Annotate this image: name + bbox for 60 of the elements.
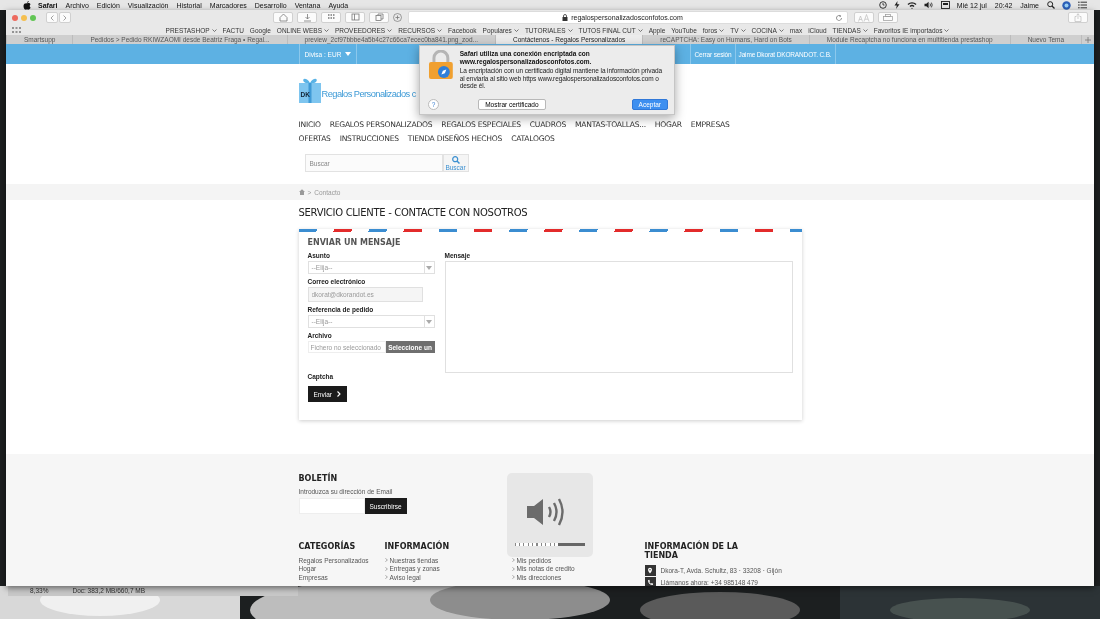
- search-icon: [451, 155, 460, 164]
- chevron-down-icon: [567, 28, 573, 32]
- footer-heading: INFORMACIÓN DE LA TIENDA: [644, 542, 740, 560]
- toolbar-button[interactable]: [273, 12, 293, 23]
- message-field[interactable]: [444, 261, 793, 373]
- chevron-down-icon: [513, 28, 519, 32]
- printer-icon: [883, 13, 893, 22]
- grid-icon: [326, 13, 336, 22]
- lightning-icon[interactable]: [893, 1, 900, 9]
- plus-icon[interactable]: [393, 13, 402, 22]
- gift-icon: [298, 77, 321, 103]
- chevron-down-icon: [944, 28, 950, 32]
- email-field[interactable]: [298, 498, 365, 514]
- sidebar-icon: [350, 13, 360, 22]
- search-icon[interactable]: [1047, 1, 1055, 9]
- caret-icon: [345, 52, 352, 56]
- grid-icon[interactable]: [12, 27, 21, 33]
- chevron-down-icon: [387, 28, 393, 32]
- chevron-down-icon: [719, 28, 725, 32]
- text-size-icon: [858, 13, 870, 22]
- lock-icon: [428, 50, 454, 80]
- form-heading: ENVIAR UN MENSAJE: [307, 238, 402, 247]
- chevron-down-icon: [740, 28, 746, 32]
- home-icon: [278, 13, 288, 22]
- chevron-down-icon: [778, 28, 784, 32]
- share-icon: [1074, 13, 1082, 22]
- caret-icon: [426, 265, 432, 270]
- chevron-down-icon: [637, 28, 643, 32]
- chevron-down-icon: [437, 28, 443, 32]
- chevron-down-icon: [862, 28, 868, 32]
- footer-heading: CATEGORÍAS: [298, 542, 357, 551]
- plus-icon: [1085, 36, 1092, 43]
- footer-heading: BOLETÍN: [298, 474, 339, 483]
- reload-icon[interactable]: [835, 13, 843, 22]
- page-title: SERVICIO CLIENTE - CONTACTE CON NOSOTROS: [298, 207, 529, 218]
- toolbar-button[interactable]: [369, 12, 389, 23]
- toolbar-button[interactable]: [321, 12, 341, 23]
- display-icon[interactable]: [940, 1, 950, 9]
- tabs-icon: [374, 13, 384, 22]
- forward-button[interactable]: [59, 12, 71, 23]
- apple-icon[interactable]: [23, 0, 31, 10]
- chevron-down-icon: [211, 28, 217, 32]
- caret-icon: [426, 319, 432, 324]
- circle-icon[interactable]: [1062, 0, 1071, 10]
- download-icon: [302, 13, 312, 22]
- footer-heading: INFORMACIÓN: [384, 542, 451, 551]
- toolbar-button[interactable]: [297, 12, 317, 23]
- chevron-right-icon: [63, 14, 67, 21]
- wifi-icon[interactable]: [906, 1, 917, 9]
- volume-icon[interactable]: [923, 1, 934, 9]
- lock-icon: [562, 14, 569, 21]
- clock-icon[interactable]: [878, 1, 887, 9]
- back-button[interactable]: [46, 12, 58, 23]
- chevron-left-icon: [50, 14, 54, 21]
- chevron-right-icon: [336, 391, 341, 397]
- chevron-down-icon: [324, 28, 329, 32]
- location-icon: [644, 565, 656, 576]
- menu-icon[interactable]: [1078, 1, 1087, 9]
- toolbar-button[interactable]: [345, 12, 365, 23]
- home-icon[interactable]: [298, 189, 305, 195]
